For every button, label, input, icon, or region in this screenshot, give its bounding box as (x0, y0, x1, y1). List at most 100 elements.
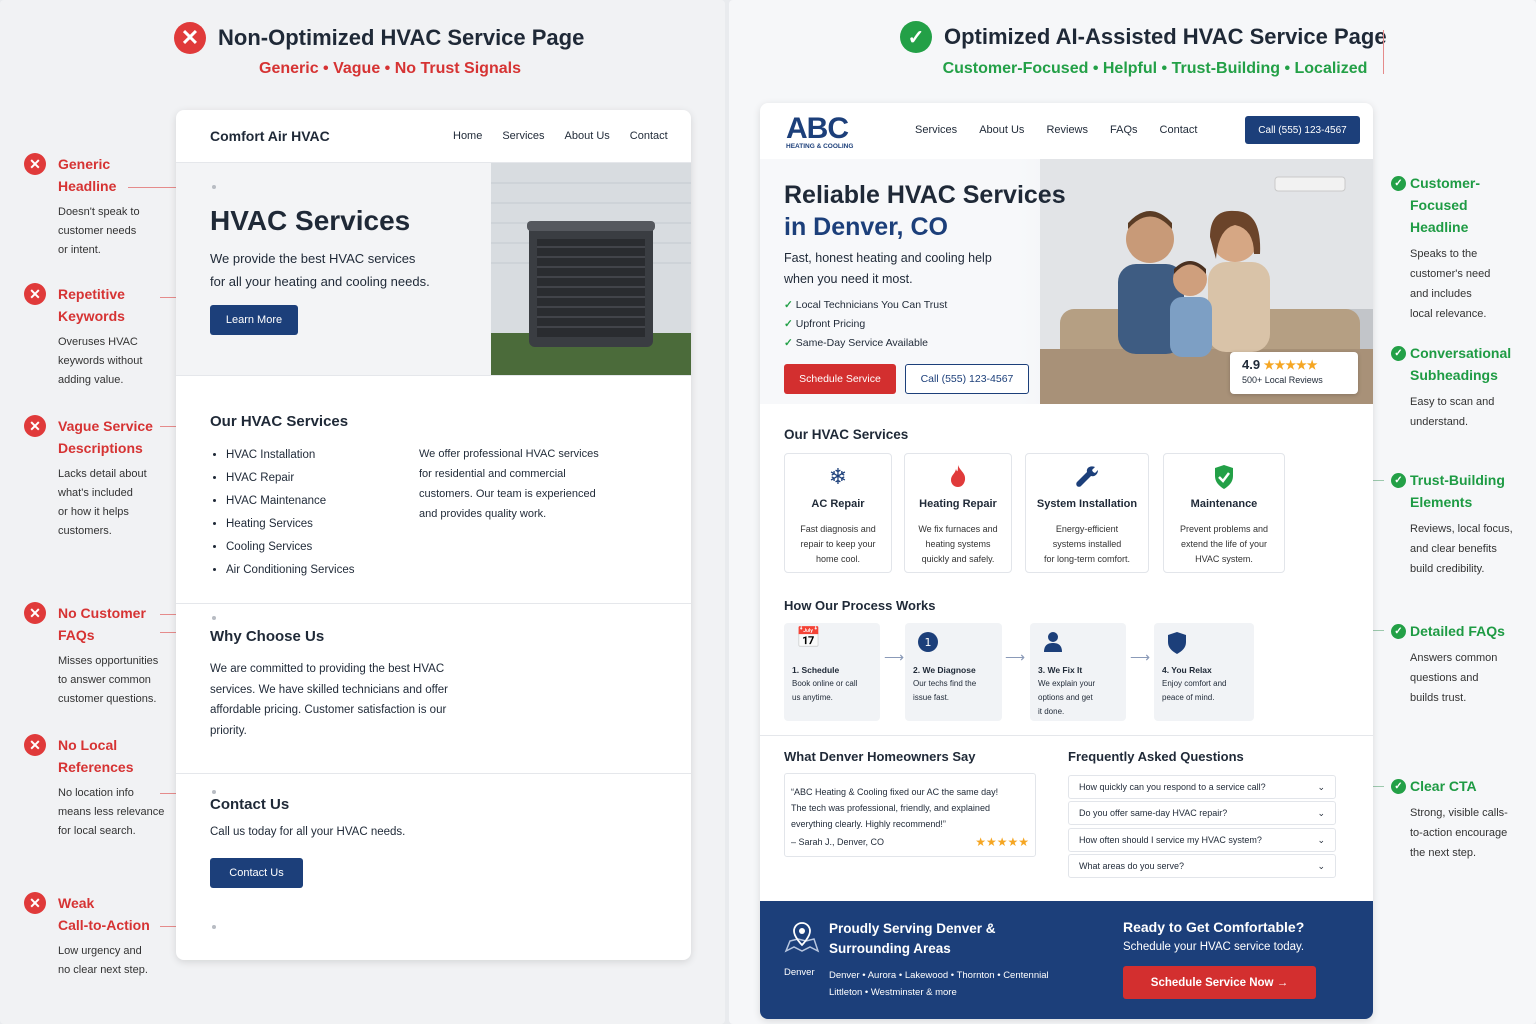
shield-check-icon (1164, 464, 1284, 490)
services-section: Our HVAC Services HVAC Installation HVAC… (176, 375, 691, 603)
benefit-checklist: ✓ Local Technicians You Can Trust ✓ Upfr… (784, 296, 947, 353)
check-icon: ✓ (784, 299, 793, 311)
list-item: HVAC Maintenance (226, 490, 354, 513)
nav-contact[interactable]: Contact (1160, 124, 1198, 136)
services-list: HVAC Installation HVAC Repair HVAC Maint… (226, 444, 354, 582)
testimonial-card: “ABC Heating & Cooling fixed our AC the … (784, 773, 1036, 857)
process-step-relax: 4. You Relax Enjoy comfort and peace of mi… (1154, 623, 1254, 721)
right-annotation-subheadings: ✓ Conversational Subheadings Easy to scan… (1391, 342, 1535, 432)
right-annotation-cta: ✓ Clear CTA Strong, visible calls-to-act… (1391, 775, 1535, 863)
flame-icon (905, 464, 1011, 490)
technician-icon (1038, 631, 1118, 657)
check-icon: ✓ (784, 337, 793, 349)
star-rating-icon: ★★★★★ (975, 835, 1029, 849)
right-annotation-headline: ✓ Customer-Focused Headline Speaks to the… (1391, 172, 1535, 324)
check-icon: ✓ (1391, 779, 1406, 794)
chevron-down-icon: ⌄ (1317, 860, 1325, 871)
rating-badge: 4.9 ★★★★★ 500+ Local Reviews (1230, 352, 1358, 394)
check-icon: ✓ (1391, 176, 1406, 191)
map-pin-icon (784, 921, 820, 960)
footer-title: Proudly Serving Denver & Surrounding Area… (829, 921, 996, 956)
cta-text: Schedule your HVAC service today. (1123, 941, 1305, 953)
list-item: ✓ Upfront Pricing (784, 318, 866, 330)
learn-more-button[interactable]: Learn More (210, 305, 298, 335)
non-optimized-page: Comfort Air HVAC Home Services About Us … (176, 110, 691, 960)
hero-title: HVAC Services (210, 205, 411, 236)
nav-services[interactable]: Services (915, 124, 957, 136)
star-rating-icon: ★★★★★ (1263, 358, 1318, 372)
check-icon: ✓ (1391, 346, 1406, 361)
faq-item[interactable]: How quickly can you respond to a service… (1068, 775, 1336, 799)
pin-label: Denver (784, 967, 815, 978)
faq-title: Frequently Asked Questions (1068, 749, 1244, 764)
chevron-down-icon: ⌄ (1317, 807, 1325, 818)
hero-text: Fast, honest heating and cooling help whe… (784, 251, 992, 286)
schedule-now-button[interactable]: Schedule Service Now → (1123, 966, 1316, 999)
arrow-right-icon: ⟶ (884, 649, 905, 665)
nav-about[interactable]: About Us (565, 130, 610, 142)
diagnose-icon: 1 (913, 631, 994, 657)
service-card-installation[interactable]: System Installation Energy-efficient syst… (1025, 453, 1149, 573)
contact-title: Contact Us (210, 796, 290, 813)
faq-item[interactable]: Do you offer same-day HVAC repair? ⌄ (1068, 801, 1336, 825)
process-step-fix: 3. We Fix It We explain your options and g… (1030, 623, 1126, 721)
service-card-ac[interactable]: ❄ AC Repair Fast diagnosis and repair to … (784, 453, 892, 573)
why-section: Why Choose Us We are committed to provid… (176, 603, 691, 773)
footer-band: Denver Proudly Serving Denver & Surroundi… (760, 901, 1373, 1019)
nav-services[interactable]: Services (502, 130, 544, 142)
arrow-right-icon: ⟶ (1130, 649, 1151, 665)
x-icon: ✕ (24, 415, 46, 437)
check-icon: ✓ (784, 318, 793, 330)
why-text: We are committed to providing the best H… (210, 663, 449, 737)
right-annotation-faqs: ✓ Detailed FAQs Answers common questions … (1391, 620, 1535, 708)
list-item: HVAC Repair (226, 467, 354, 490)
hero-text: We provide the best HVAC services for all… (210, 251, 430, 289)
svg-text:1: 1 (925, 636, 932, 649)
contact-us-button[interactable]: Contact Us (210, 858, 303, 888)
right-annotation-trust: ✓ Trust-Building Elements Reviews, local … (1391, 469, 1535, 579)
x-icon: ✕ (24, 892, 46, 914)
chevron-down-icon: ⌄ (1317, 834, 1325, 845)
brand-name: Comfort Air HVAC (210, 128, 330, 144)
schedule-service-button[interactable]: Schedule Service (784, 364, 896, 394)
optimized-page: ABC HEATING & COOLING Services About Us … (760, 103, 1373, 1019)
call-outline-button[interactable]: Call (555) 123-4567 (905, 364, 1029, 394)
faq-item[interactable]: How often should I service my HVAC syste… (1068, 828, 1336, 852)
nav-reviews[interactable]: Reviews (1046, 124, 1088, 136)
left-nav: Home Services About Us Contact (453, 130, 668, 142)
x-icon: ✕ (24, 602, 46, 624)
hero-title: Reliable HVAC Services in Denver, CO (784, 181, 1066, 241)
x-icon: ✕ (24, 734, 46, 756)
service-card-heating[interactable]: Heating Repair We fix furnaces and heatin… (904, 453, 1012, 573)
cta-title: Ready to Get Comfortable? (1123, 919, 1305, 935)
service-areas: Denver • Aurora • Lakewood • Thornton • … (829, 970, 1049, 998)
hero: Reliable HVAC Services in Denver, CO Fas… (760, 159, 1373, 404)
list-item: Air Conditioning Services (226, 559, 354, 582)
process-step-schedule: 📅 1. Schedule Book online or call us anyti… (784, 623, 880, 721)
x-icon: ✕ (24, 283, 46, 305)
calendar-icon: 📅 (796, 627, 821, 649)
abc-logo[interactable]: ABC HEATING & COOLING (786, 113, 853, 151)
contact-section: Contact Us Call us today for all your HV… (176, 773, 691, 960)
list-item: HVAC Installation (226, 444, 354, 467)
nav-faqs[interactable]: FAQs (1110, 124, 1138, 136)
service-card-maintenance[interactable]: Maintenance Prevent problems and extend t… (1163, 453, 1285, 573)
call-header-button[interactable]: Call (555) 123-4567 (1245, 116, 1360, 144)
x-icon: ✕ (24, 153, 46, 175)
faq-item[interactable]: What areas do you serve? ⌄ (1068, 854, 1336, 878)
left-panel: ✕ Non-Optimized HVAC Service Page Generi… (0, 0, 725, 1024)
nav-about[interactable]: About Us (979, 124, 1024, 136)
right-nav: Services About Us Reviews FAQs Contact (915, 124, 1197, 136)
right-title: ✓ Optimized AI-Assisted HVAC Service Pag… (900, 21, 1387, 53)
list-item: ✓ Same-Day Service Available (784, 337, 929, 349)
nav-contact[interactable]: Contact (630, 130, 668, 142)
left-title: ✕ Non-Optimized HVAC Service Page (174, 22, 584, 54)
snowflake-icon: ❄ (828, 464, 848, 489)
ac-unit-image (491, 163, 691, 376)
left-subtitle: Generic • Vague • No Trust Signals (259, 60, 521, 77)
nav-home[interactable]: Home (453, 130, 482, 142)
arrow-right-icon: ⟶ (1005, 649, 1026, 665)
process-step-diagnose: 1 2. We Diagnose Our techs find the issue … (905, 623, 1002, 721)
contact-text: Call us today for all your HVAC needs. (210, 826, 406, 838)
shield-icon (1162, 631, 1246, 657)
